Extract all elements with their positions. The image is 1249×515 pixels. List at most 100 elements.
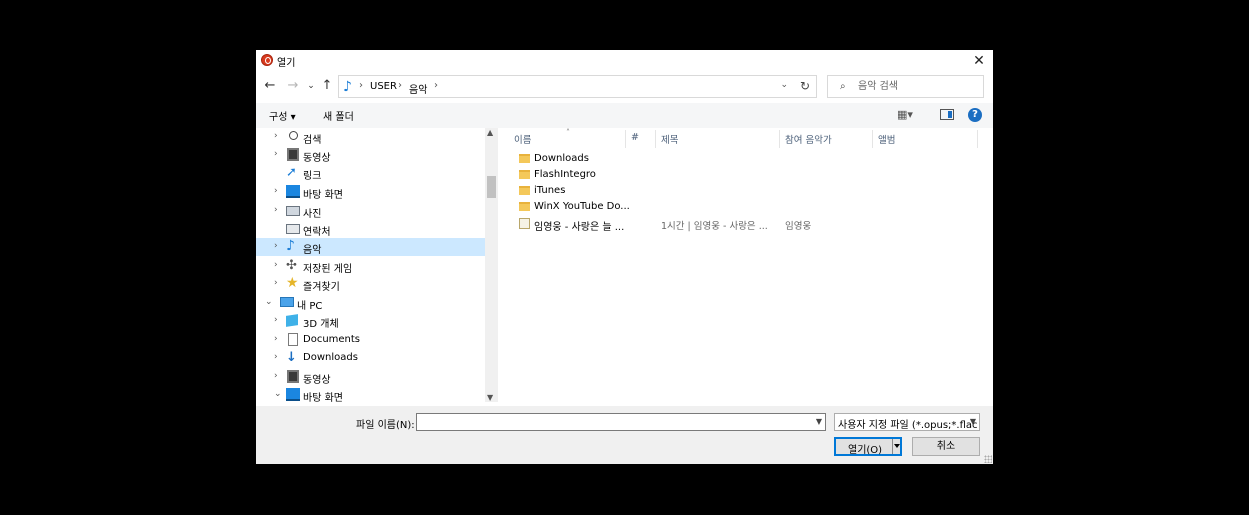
file-artist: 임영웅	[785, 221, 812, 232]
film-icon	[287, 370, 299, 383]
open-options-dropdown-icon[interactable]	[892, 439, 900, 454]
expand-chevron-icon[interactable]: ›	[274, 186, 278, 196]
tree-item-videos[interactable]: › 동영상	[256, 146, 485, 164]
column-header-title[interactable]: 제목	[656, 130, 780, 148]
chevron-down-icon[interactable]: ▼	[816, 417, 822, 426]
tree-item-label: 3D 개체	[303, 319, 339, 330]
tree-item-this-pc[interactable]: ⌄ 내 PC	[256, 294, 485, 312]
tree-item-label: 검색	[303, 135, 322, 146]
tree-item-label: 바탕 화면	[303, 190, 343, 201]
list-item[interactable]: WinX YouTube Do...	[519, 200, 979, 216]
chevron-down-icon[interactable]: ▼	[970, 417, 976, 426]
open-file-dialog: 열기 ✕ ← → ⌄ ↑ ♪ › USER › 음악 › ⌄ ↻ ⌕ 구성 ▾ …	[256, 50, 993, 464]
folder-icon	[519, 186, 530, 195]
address-bar[interactable]: ♪ › USER › 음악 › ⌄	[338, 75, 817, 98]
list-item[interactable]: FlashIntegro	[519, 168, 979, 184]
scroll-up-icon[interactable]: ▲	[487, 128, 493, 137]
tree-item-desktop-pc[interactable]: ⌄ 바탕 화면	[256, 386, 485, 402]
star-icon: ★	[286, 275, 299, 291]
file-name: WinX YouTube Do...	[534, 201, 630, 212]
organize-button[interactable]: 구성 ▾	[269, 108, 296, 123]
tree-item-label: 바탕 화면	[303, 393, 343, 402]
tree-item-videos-pc[interactable]: › 동영상	[256, 368, 485, 386]
tree-item-saved-games[interactable]: › ✣ 저장된 게임	[256, 257, 485, 275]
resize-grip-icon[interactable]	[984, 455, 992, 463]
column-header-name[interactable]: 이름	[509, 130, 626, 148]
search-input[interactable]	[858, 79, 978, 94]
tree-item-label: 사진	[303, 209, 322, 220]
back-button[interactable]: ←	[261, 77, 279, 95]
filename-label: 파일 이름(N):	[356, 420, 415, 431]
preview-pane-icon[interactable]	[940, 109, 954, 120]
tree-item-links[interactable]: ➚ 링크	[256, 164, 485, 182]
close-button[interactable]: ✕	[969, 52, 989, 70]
search-icon	[289, 131, 298, 140]
up-button[interactable]: ↑	[318, 77, 336, 95]
breadcrumb-separator: ›	[434, 80, 438, 91]
help-icon[interactable]: ?	[968, 108, 982, 122]
expand-chevron-icon[interactable]: ›	[274, 278, 278, 288]
filename-input[interactable]: ▼	[416, 413, 826, 431]
tree-item-label: 동영상	[303, 153, 331, 164]
file-title: 1시간 | 임영웅 - 사랑은 ...	[661, 221, 768, 232]
file-name: 임영웅 - 사랑은 늘 ...	[534, 222, 625, 233]
expand-chevron-icon[interactable]: ›	[274, 352, 278, 362]
breadcrumb-music[interactable]: 음악	[409, 81, 427, 96]
expand-chevron-icon[interactable]: ›	[274, 149, 278, 159]
tree-item-label: Documents	[303, 334, 361, 345]
open-button[interactable]: 열기(O)	[834, 437, 902, 456]
tree-item-desktop[interactable]: › 바탕 화면	[256, 183, 485, 201]
view-options-icon[interactable]: ▦▾	[897, 108, 913, 121]
expand-chevron-icon[interactable]: ›	[274, 371, 278, 381]
tree-item-downloads[interactable]: › ↓ Downloads	[256, 349, 485, 367]
file-list: 이름 # 제목 참여 음악가 앨범 Downloads FlashIntegro…	[509, 128, 993, 402]
tree-item-label: 저장된 게임	[303, 264, 353, 275]
link-icon: ➚	[286, 165, 297, 180]
tree-item-label: 내 PC	[297, 301, 323, 312]
column-header-artist[interactable]: 참여 음악가	[780, 130, 873, 148]
column-header-number[interactable]: #	[626, 130, 656, 148]
navigation-tree: › 검색 › 동영상 ➚ 링크 › 바탕 화면 › 사진 연락처 › ♪ 음악 …	[256, 128, 485, 402]
collapse-chevron-icon[interactable]: ⌄	[265, 297, 273, 307]
tree-item-favorites[interactable]: › ★ 즐겨찾기	[256, 275, 485, 293]
tree-item-music[interactable]: › ♪ 음악	[256, 238, 485, 256]
refresh-button[interactable]: ↻	[794, 75, 817, 98]
file-name: iTunes	[534, 185, 566, 196]
column-header-album[interactable]: 앨범	[873, 130, 978, 148]
list-item[interactable]: iTunes	[519, 184, 979, 200]
file-name: FlashIntegro	[534, 169, 596, 180]
scroll-thumb[interactable]	[487, 176, 496, 198]
tree-item-pictures[interactable]: › 사진	[256, 202, 485, 220]
file-type-select[interactable]: 사용자 지정 파일 (*.opus;*.flac ▼	[834, 413, 980, 431]
list-item[interactable]: Downloads	[519, 152, 979, 168]
tree-item-3d-objects[interactable]: › 3D 개체	[256, 312, 485, 330]
tree-item-search[interactable]: › 검색	[256, 128, 485, 146]
file-type-value: 사용자 지정 파일 (*.opus;*.flac	[838, 420, 978, 431]
expand-chevron-icon[interactable]: ›	[274, 205, 278, 215]
breadcrumb-user[interactable]: USER	[370, 81, 397, 92]
contact-icon	[286, 224, 300, 234]
address-dropdown-icon[interactable]: ⌄	[780, 80, 788, 90]
tree-item-label: Downloads	[303, 352, 358, 363]
cancel-button[interactable]: 취소	[912, 437, 980, 456]
search-box[interactable]: ⌕	[827, 75, 984, 98]
game-icon: ✣	[286, 258, 297, 273]
collapse-chevron-icon[interactable]: ⌄	[274, 389, 282, 399]
new-folder-button[interactable]: 새 폴더	[323, 108, 354, 123]
window-title: 열기	[277, 58, 296, 69]
expand-chevron-icon[interactable]: ›	[274, 131, 278, 141]
downloads-icon: ↓	[286, 350, 297, 365]
navigation-bar: ← → ⌄ ↑ ♪ › USER › 음악 › ⌄ ↻ ⌕	[256, 74, 993, 100]
tree-scrollbar[interactable]: ▲ ▼	[485, 128, 498, 402]
expand-chevron-icon[interactable]: ›	[274, 241, 278, 251]
dialog-footer: 파일 이름(N): ▼ 사용자 지정 파일 (*.opus;*.flac ▼ 열…	[256, 406, 993, 464]
list-item[interactable]: 임영웅 - 사랑은 늘 ... 1시간 | 임영웅 - 사랑은 ... 임영웅	[519, 217, 979, 233]
expand-chevron-icon[interactable]: ›	[274, 260, 278, 270]
forward-button[interactable]: →	[284, 77, 302, 95]
expand-chevron-icon[interactable]: ›	[274, 334, 278, 344]
folder-icon	[519, 170, 530, 179]
tree-item-documents[interactable]: › Documents	[256, 331, 485, 349]
expand-chevron-icon[interactable]: ›	[274, 315, 278, 325]
scroll-down-icon[interactable]: ▼	[487, 393, 493, 402]
tree-item-contacts[interactable]: 연락처	[256, 220, 485, 238]
